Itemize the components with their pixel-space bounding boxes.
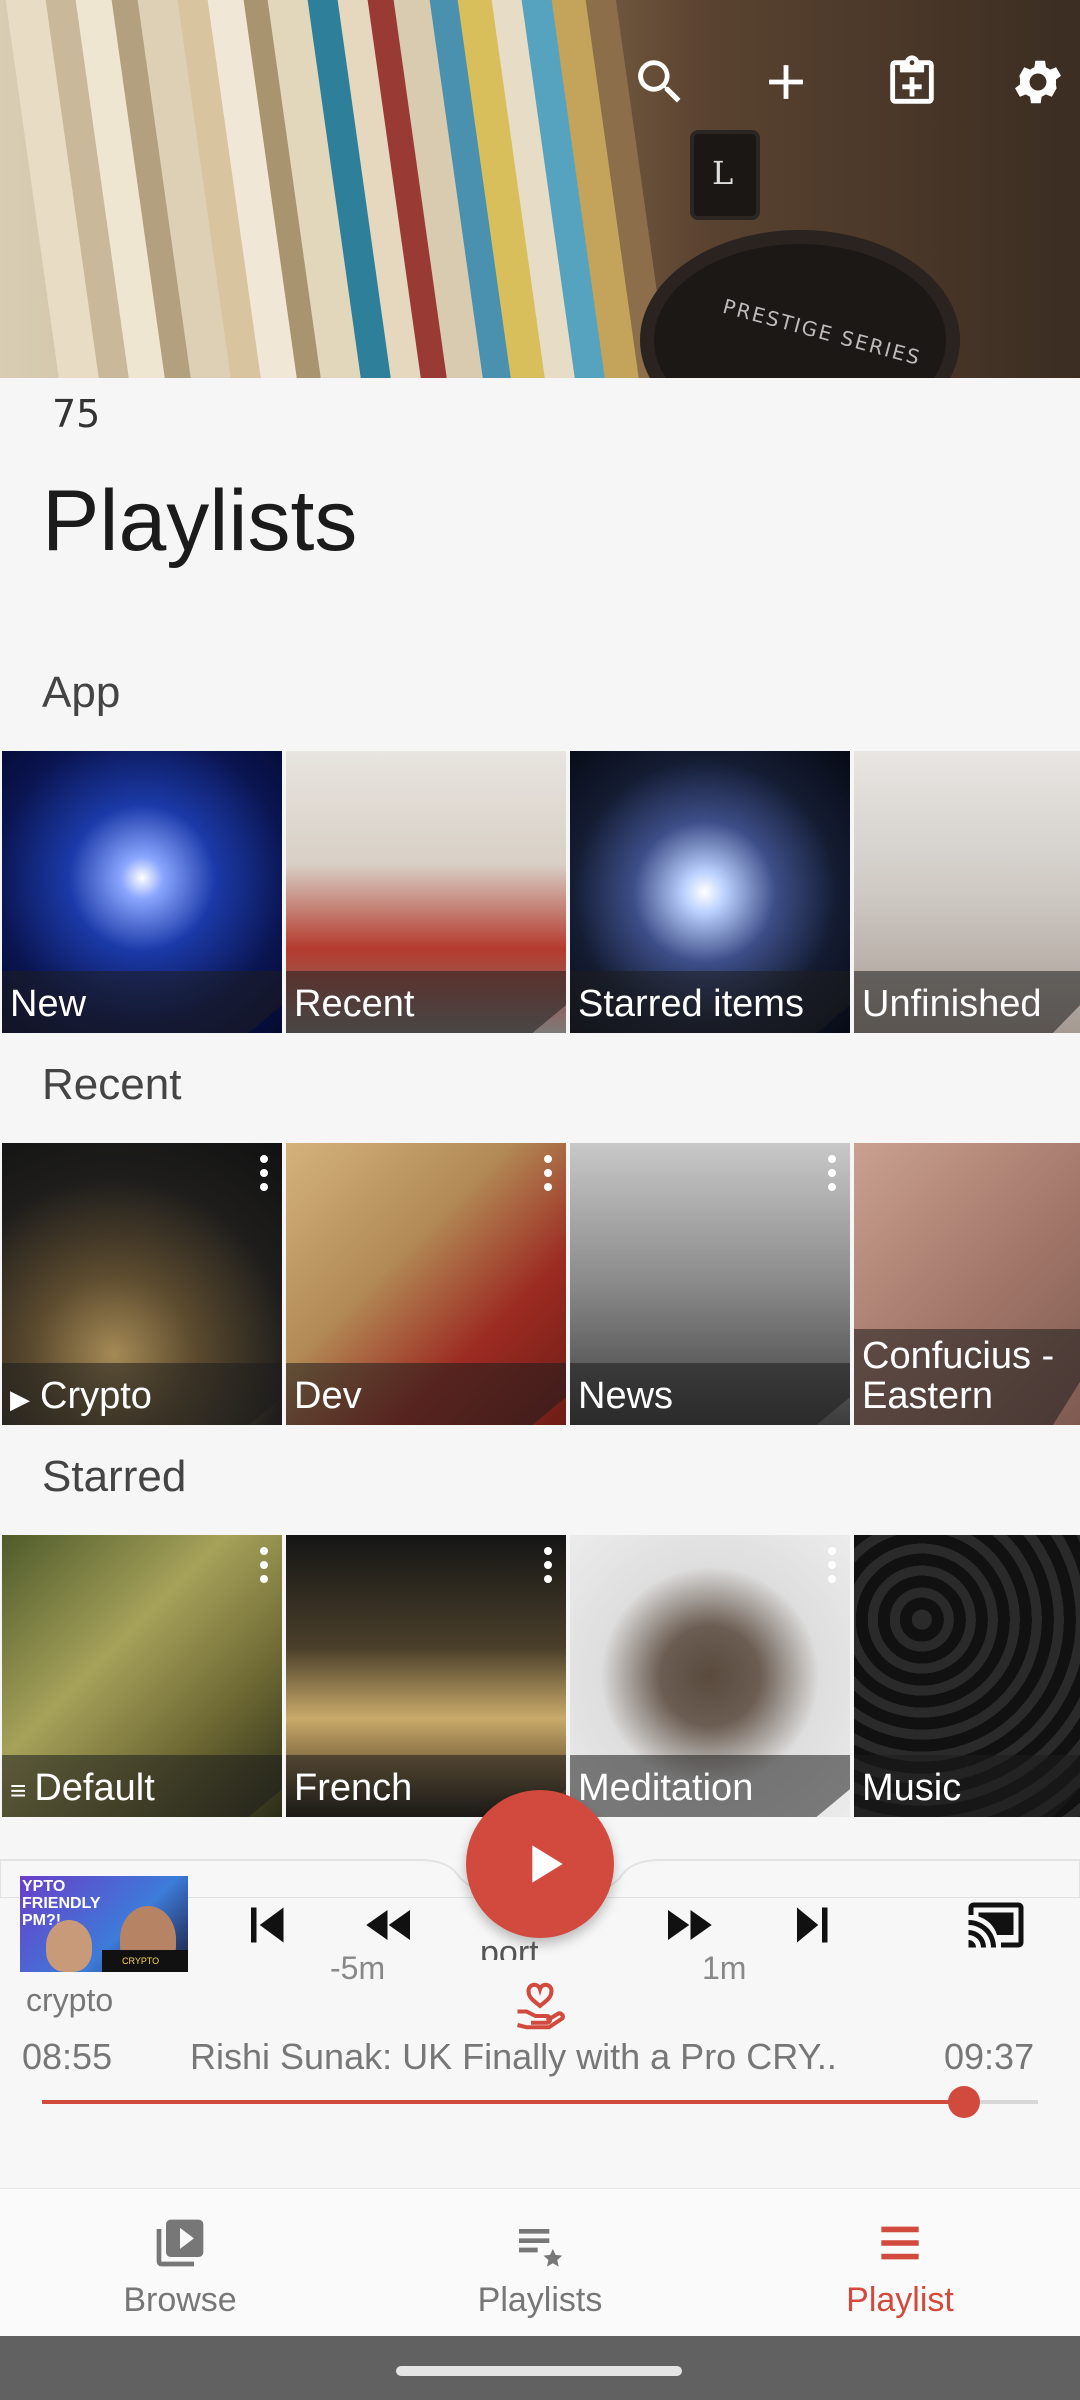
playlist-tile-dev[interactable]: Dev (286, 1143, 566, 1425)
favorite-hand-heart-icon[interactable] (510, 1980, 570, 2034)
search-icon[interactable] (618, 40, 702, 124)
more-options-icon[interactable] (256, 1543, 272, 1589)
current-playlist-name[interactable]: crypto (26, 1982, 113, 2019)
headphone-hinge (690, 130, 760, 220)
more-options-icon[interactable] (824, 1543, 840, 1589)
forward-label: 1m (702, 1950, 747, 1986)
video-library-icon (156, 2219, 204, 2267)
tile-label: News (578, 1375, 674, 1418)
cast-button[interactable] (956, 1890, 1036, 1960)
section-label-recent: Recent (42, 1060, 182, 1109)
system-navigation-bar (0, 2336, 1080, 2400)
menu-lines-icon (881, 2226, 919, 2260)
nav-playlist[interactable]: Playlist (720, 2189, 1080, 2336)
fast-forward-icon (668, 1910, 712, 1940)
now-playing-thumbnail[interactable]: YPTO FRIENDLY PM?! CRYPTO (20, 1876, 188, 1972)
more-options-icon[interactable] (540, 1151, 556, 1197)
playlist-tile-unfinished[interactable]: Unfinished (854, 751, 1080, 1033)
recent-playlist-row: ▶ Crypto Dev News Confucius - Eastern (0, 1143, 1080, 1425)
player-partial-text: port (480, 1934, 539, 1960)
bottom-navigation: Browse Playlists Playlist (0, 2188, 1080, 2336)
tile-label: Crypto (40, 1375, 152, 1418)
playlist-tile-meditation[interactable]: Meditation (570, 1535, 850, 1817)
tile-label: Starred items (578, 983, 804, 1026)
tile-label: French (294, 1767, 413, 1810)
playlist-tile-french[interactable]: French (286, 1535, 566, 1817)
page-title: Playlists (42, 473, 358, 569)
item-count: 75 (52, 392, 101, 436)
playlist-tile-crypto[interactable]: ▶ Crypto (2, 1143, 282, 1425)
app-playlist-row: New Recent Starred items Unfinished (0, 751, 1080, 1033)
starred-playlist-row: ≡ Default French Meditation Music (0, 1535, 1080, 1817)
section-label-starred: Starred (42, 1452, 187, 1501)
nav-label: Playlists (477, 2281, 603, 2319)
track-title[interactable]: Rishi Sunak: UK Finally with a Pro CRY.. (190, 2036, 910, 2078)
more-options-icon[interactable] (256, 1151, 272, 1197)
skip-previous-icon (251, 1907, 284, 1943)
tile-label: Default (34, 1767, 155, 1810)
play-icon: ▶ (10, 1384, 30, 1415)
playlist-star-icon (519, 2229, 563, 2267)
tile-label: Music (862, 1767, 962, 1810)
next-track-button[interactable] (772, 1890, 852, 1960)
tile-label: Meditation (578, 1767, 754, 1810)
settings-icon[interactable] (996, 40, 1080, 124)
home-gesture-handle[interactable] (396, 2366, 682, 2376)
playlist-tile-starred-items[interactable]: Starred items (570, 751, 850, 1033)
duration-time: 09:37 (944, 2036, 1035, 2077)
top-toolbar (576, 40, 1080, 124)
tile-label: Unfinished (862, 983, 1042, 1026)
seek-progress (42, 2100, 965, 2104)
cast-icon (968, 1902, 1024, 1948)
tile-label: New (10, 983, 87, 1026)
play-icon (532, 1845, 563, 1883)
app-screen: PRESTIGE SERIES 75 Playlists App New Re (0, 0, 1080, 2400)
add-icon[interactable] (744, 40, 828, 124)
thumbnail-text: YPTO FRIENDLY PM?! (22, 1878, 101, 1929)
seek-bar[interactable] (42, 2086, 1038, 2118)
thumbnail-badge: CRYPTO (122, 1956, 160, 1966)
play-button[interactable] (466, 1790, 614, 1938)
elapsed-time: 08:55 (22, 2036, 113, 2077)
playlist-tile-recent[interactable]: Recent (286, 751, 566, 1033)
more-options-icon[interactable] (824, 1151, 840, 1197)
clipboard-add-icon[interactable] (870, 40, 954, 124)
skip-next-icon (797, 1907, 828, 1943)
rewind-label: -5m (330, 1950, 386, 1986)
tile-label: Dev (294, 1375, 362, 1418)
previous-track-button[interactable] (226, 1890, 306, 1960)
tile-label: Confucius - Eastern (862, 1335, 1055, 1418)
nav-label: Browse (123, 2281, 237, 2319)
playlist-tile-new[interactable]: New (2, 751, 282, 1033)
playlist-tile-confucius[interactable]: Confucius - Eastern (854, 1143, 1080, 1425)
header-image: PRESTIGE SERIES (0, 0, 1080, 378)
queue-check-icon: ≡ (10, 1775, 27, 1807)
nav-browse[interactable]: Browse (0, 2189, 360, 2336)
playlist-tile-default[interactable]: ≡ Default (2, 1535, 282, 1817)
more-options-icon[interactable] (540, 1543, 556, 1589)
tile-label: Recent (294, 983, 415, 1026)
rewind-icon (366, 1910, 410, 1940)
playlist-tile-music[interactable]: Music (854, 1535, 1080, 1817)
section-label-app: App (42, 668, 121, 717)
playlist-tile-news[interactable]: News (570, 1143, 850, 1425)
nav-label: Playlist (846, 2281, 954, 2319)
nav-playlists[interactable]: Playlists (360, 2189, 720, 2336)
